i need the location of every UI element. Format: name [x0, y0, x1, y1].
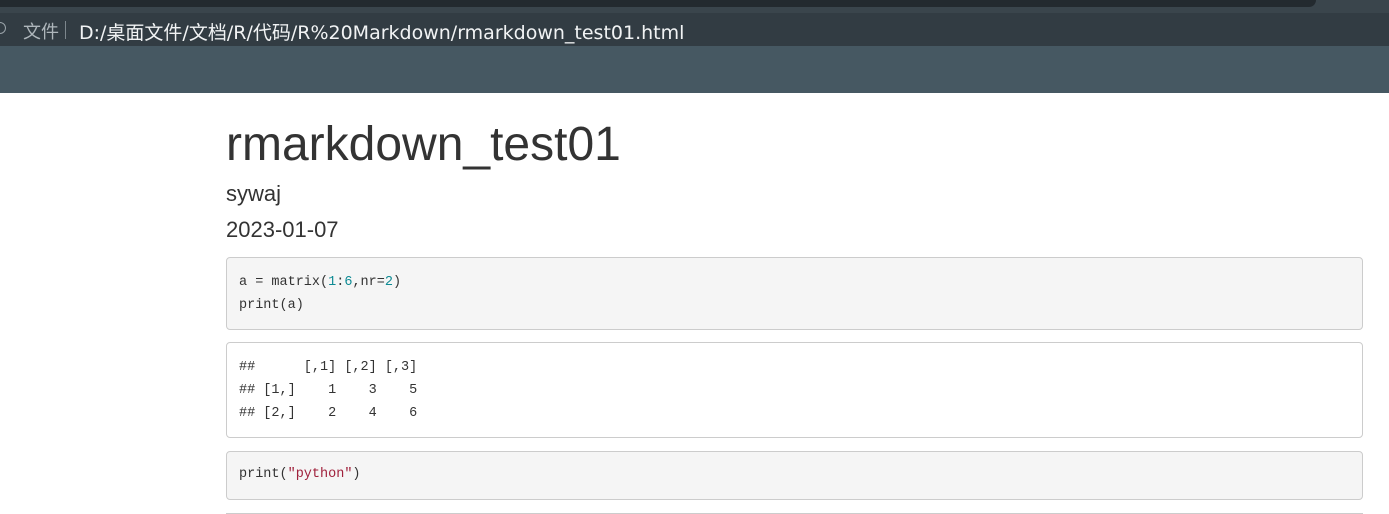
address-separator	[65, 21, 66, 39]
output-line: ## [,1] [,2] [,3]	[239, 360, 418, 375]
bookmark-bar	[0, 46, 1389, 93]
active-tab-edge[interactable]	[0, 0, 1316, 7]
code-line: a = matrix(1:6,nr=2)	[239, 271, 1350, 294]
code-token: print(	[239, 467, 288, 482]
date: 2023-01-07	[226, 217, 339, 242]
info-icon[interactable]	[0, 22, 6, 34]
page-title: rmarkdown_test01	[226, 118, 621, 171]
output-line: ## [2,] 2 4 6	[239, 406, 418, 421]
code-token: ,nr=	[352, 275, 385, 290]
code-chunk-matrix[interactable]: a = matrix(1:6,nr=2) print(a)	[226, 257, 1363, 330]
code-line: print(a)	[239, 298, 304, 313]
file-scheme-label: 文件	[23, 22, 59, 43]
tab-strip	[0, 0, 1389, 13]
address-bar[interactable]: 文件 D:/桌面文件/文档/R/代码/R%20Markdown/rmarkdow…	[0, 13, 1389, 46]
code-token: a = matrix(	[239, 275, 329, 290]
author: sywaj	[226, 181, 282, 206]
code-chunk-print[interactable]: print("python")	[226, 451, 1363, 500]
code-token: )	[392, 275, 402, 290]
output-line: ## [1,] 1 3 5	[239, 383, 418, 398]
output-block[interactable]: ## [,1] [,2] [,3] ## [1,] 1 3 5 ## [2,] …	[226, 342, 1363, 438]
code-token: )	[352, 467, 361, 482]
number-token: 2	[384, 275, 393, 290]
string-token: "python"	[287, 467, 353, 482]
code-line: print("python")	[239, 463, 1350, 486]
url-text[interactable]: D:/桌面文件/文档/R/代码/R%20Markdown/rmarkdown_t…	[79, 18, 684, 45]
